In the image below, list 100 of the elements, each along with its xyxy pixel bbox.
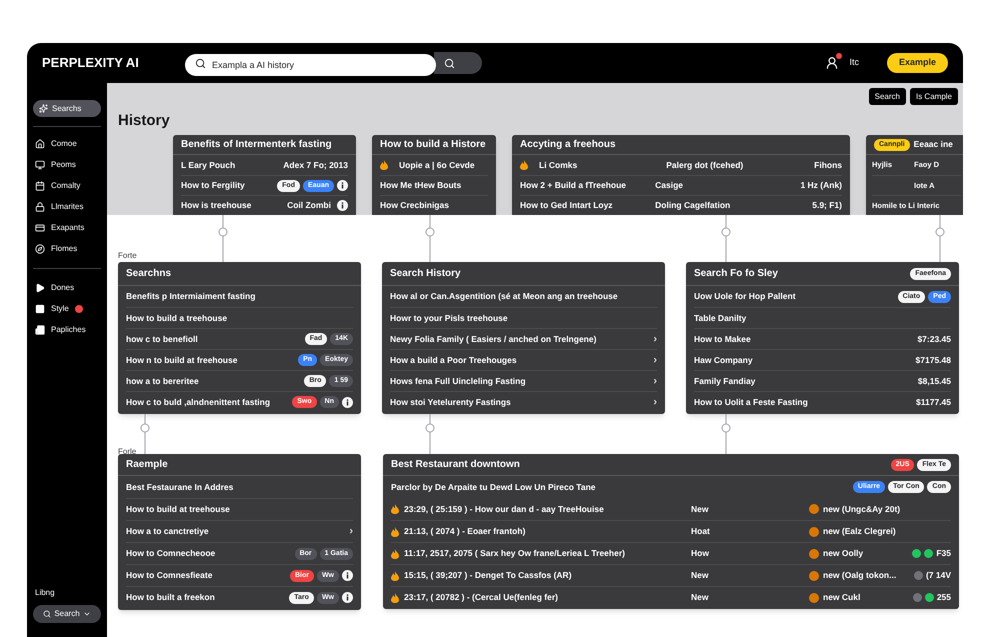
connector-line xyxy=(722,414,730,454)
history-row[interactable]: Benefits p Intermiaiment fasting xyxy=(126,286,353,307)
row-status: How xyxy=(691,547,710,560)
connector-line xyxy=(218,215,228,262)
card-title: Search Fo fo Sley xyxy=(694,267,778,281)
sidebar-item[interactable]: Style xyxy=(35,303,101,315)
history-row[interactable]: How to build a treehouse xyxy=(126,307,353,328)
info-icon xyxy=(342,592,353,603)
row-value: $7:23.45 xyxy=(917,332,951,346)
row-text: How to Ged Intart Loyz xyxy=(520,199,614,212)
row-text: how a to bereritee xyxy=(126,374,199,388)
row-text: new Oolly xyxy=(823,547,864,560)
row-status: Hoat xyxy=(691,525,711,538)
history-row[interactable]: How to Uolit a Feste Fasting $1177.45 xyxy=(694,391,951,412)
history-row[interactable]: How to Ged Intart Loyz Doling Cagelfation 5.9; F1) xyxy=(520,195,842,215)
play-icon xyxy=(35,283,45,293)
history-row[interactable]: Hows fena Full Uincleling Fasting › xyxy=(390,370,657,391)
monitor-icon xyxy=(35,160,45,170)
compass-icon xyxy=(35,244,45,254)
row-text: new (Ungc&Ay 20t) xyxy=(823,502,900,516)
sidebar-item[interactable]: Papliches xyxy=(35,324,101,336)
row-text: How is treehouse xyxy=(181,199,252,212)
sidebar-item[interactable]: Comalty xyxy=(35,180,101,192)
row-text: new (Oalg tokon... xyxy=(823,569,896,582)
row-status: New xyxy=(691,502,710,516)
history-row[interactable]: 15:15, ( 39;207 ) - Denget To Cassfos (AR) New new (Oalg tokon... (7 14V xyxy=(391,564,951,586)
sidebar-item[interactable]: Peoms xyxy=(35,159,101,171)
row-text: How to Makee xyxy=(694,332,751,346)
row-text: 23:29, ( 25:159 ) - How our dan d - aay TreeHouise xyxy=(404,502,604,516)
history-row[interactable]: How stoi Yetelurenty Fastings › xyxy=(390,391,657,412)
flame-icon xyxy=(380,160,388,170)
sidebar-item[interactable]: Exapants xyxy=(35,222,101,234)
sidebar-item[interactable]: Dones xyxy=(35,282,101,294)
row-text: 21:13, ( 2074 ) - Eoaer frantoh) xyxy=(404,525,526,538)
search-icon xyxy=(444,58,455,68)
history-row[interactable]: 23:29, ( 25:159 ) - How our dan d - aay TreeHouise New new (Ungc&Ay 20t) xyxy=(391,498,951,520)
history-row[interactable]: Family Fandiay $8,15.45 xyxy=(694,370,951,391)
connector-line xyxy=(936,215,944,262)
history-row[interactable]: How to Makee $7:23.45 xyxy=(694,328,951,349)
history-row[interactable]: How 2 + Build a fTreehoue Casige 1 Hz (Ank) xyxy=(520,175,842,195)
row-text: How c to buld ,alndnenittent fasting xyxy=(126,396,270,408)
search-field[interactable]: Exampla a AI history xyxy=(185,54,436,76)
sidebar-item[interactable]: Llmarites xyxy=(35,201,101,213)
row-text: How to build at treehouse xyxy=(126,503,230,516)
row-text: How to built a freekon xyxy=(126,591,215,604)
history-row[interactable]: Uopie a | 6o Cevde xyxy=(380,155,488,175)
sidebar-item[interactable]: Flomes xyxy=(35,243,101,255)
sidebar-item[interactable]: Comoe xyxy=(35,138,101,150)
section-label: Forle xyxy=(118,447,136,456)
house-icon xyxy=(35,139,45,149)
history-row[interactable]: How to build at treehouse xyxy=(126,498,353,520)
user-icon[interactable] xyxy=(825,56,840,70)
example-button[interactable]: Example xyxy=(886,53,948,73)
toolbar-button[interactable]: Search xyxy=(868,88,906,105)
row-text: How to build a treehouse xyxy=(126,312,228,324)
row-text: How a build a Poor Treehouges xyxy=(390,354,517,366)
history-row[interactable]: Table Danilty xyxy=(694,307,951,328)
history-row[interactable]: How Crecbinigas xyxy=(380,195,488,215)
history-row[interactable]: L Eary Pouch Adex 7 Fo; 2013 xyxy=(181,155,348,175)
search-menu-button[interactable]: Search xyxy=(33,605,101,623)
row-text: Parclor by De Arpaite tu Dewd Low Un Pireco Tane xyxy=(391,480,596,494)
row-text: Newy Folia Family ( Easiers / anched on Trelngene) xyxy=(390,332,596,346)
history-row[interactable]: 21:13, ( 2074 ) - Eoaer frantoh) Hoat new (Ealz Clegrei) xyxy=(391,520,951,542)
search-button[interactable] xyxy=(434,52,482,74)
row-value: Adex 7 Fo; 2013 xyxy=(283,158,348,172)
row-text: Palerg dot (fcehed) xyxy=(666,158,744,172)
history-row[interactable]: 23:17, ( 20782 ) - (Cercal Ue(fenleg fer) New new Cukl 255 xyxy=(391,586,951,608)
row-value: $7175.48 xyxy=(916,354,951,366)
search-icon xyxy=(43,610,52,618)
history-row[interactable]: How a build a Poor Treehouges › xyxy=(390,349,657,370)
history-row[interactable]: Li Comks Palerg dot (fcehed) Fihons xyxy=(520,155,842,175)
chevron: › xyxy=(653,352,657,368)
info-icon xyxy=(342,570,353,581)
chevron: › xyxy=(653,394,657,410)
history-row[interactable]: Haw Company $7175.48 xyxy=(694,349,951,370)
row-text: 5.9; F1) xyxy=(811,199,842,212)
history-row[interactable]: How Me tHew Bouts xyxy=(380,175,488,195)
sidebar-item[interactable]: Searchs xyxy=(33,100,101,117)
row-value: 255 xyxy=(936,591,951,604)
flame-icon xyxy=(391,526,399,536)
row-text: Doling Cagelfation xyxy=(655,199,732,212)
row-text: 15:15, ( 39;207 ) - Denget To Cassfos (AR) xyxy=(404,569,572,582)
toolbar-button[interactable]: Is Cample xyxy=(910,88,958,105)
row-text: Best Festaurane In Addres xyxy=(126,480,234,494)
history-row[interactable]: 11:17, 2517, 2075 ( Sarx hey Ow frane/Leriea L Treeher) How new Oolly F35 xyxy=(391,542,951,564)
history-row[interactable]: Best Festaurane In Addres xyxy=(126,476,353,498)
history-row[interactable]: How a to canctretiye › xyxy=(126,520,353,542)
history-row[interactable]: How is treehouse Coil Zombi xyxy=(181,195,348,215)
row-text: Casige xyxy=(655,179,684,192)
lock-icon xyxy=(35,202,45,212)
history-row[interactable]: Howr to your Pisls treehouse xyxy=(390,307,657,328)
row-text: Benefits p Intermiaiment fasting xyxy=(126,290,256,303)
connector-line xyxy=(426,414,434,454)
card-title: Search History xyxy=(390,267,461,281)
card-title: Eeaac ine xyxy=(914,138,953,151)
history-row[interactable]: Newy Folia Family ( Easiers / anched on Trelngene) › xyxy=(390,328,657,349)
row-text: Haw Company xyxy=(694,354,753,366)
row-value: (7 14V xyxy=(926,569,951,582)
history-row[interactable]: How al or Can.Asgentition (sé at Meon ang an treehouse xyxy=(390,286,657,307)
page-title: History xyxy=(118,113,170,128)
